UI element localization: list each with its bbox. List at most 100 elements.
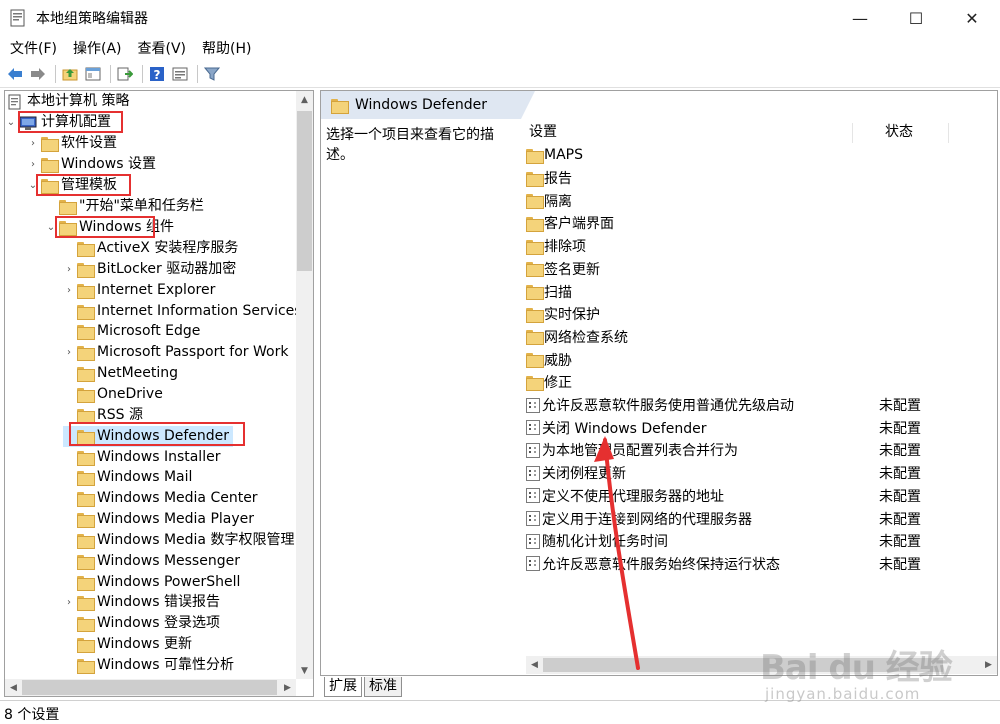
tree-item-label: Internet Explorer — [97, 281, 216, 298]
details-horizontal-scrollbar[interactable]: ◀ ▶ — [526, 656, 997, 674]
export-icon — [117, 67, 133, 81]
list-item-folder[interactable]: MAPS — [526, 144, 996, 167]
tree-item-component[interactable]: Windows Media 数字权限管理 — [63, 530, 294, 551]
folder-label: 报告 — [544, 171, 572, 188]
tree-item-component[interactable]: Windows Mail — [63, 467, 192, 488]
tree-item-component[interactable]: Windows 可靠性分析 — [63, 655, 234, 676]
list-item-setting[interactable]: 关闭例程更新 未配置 — [526, 462, 996, 485]
tree-item-component[interactable]: › Internet Explorer — [63, 280, 215, 301]
collapse-icon[interactable]: ⌄ — [5, 112, 17, 133]
properties-button[interactable] — [170, 64, 190, 84]
expand-icon[interactable]: › — [27, 133, 39, 154]
tree-item-component[interactable]: › Windows 错误报告 — [63, 592, 220, 613]
close-button[interactable]: ✕ — [944, 0, 1000, 36]
scroll-left-icon[interactable]: ◀ — [5, 679, 22, 696]
menu-help[interactable]: 帮助(H) — [194, 38, 259, 60]
tree-root[interactable]: 本地计算机 策略 — [7, 91, 129, 112]
tree-hscroll-thumb[interactable] — [22, 680, 277, 695]
tree-horizontal-scrollbar[interactable]: ◀ ▶ — [5, 679, 296, 696]
column-header-setting[interactable]: 设置 — [521, 121, 851, 143]
list-item-setting[interactable]: 允许反恶意软件服务使用普通优先级启动 未配置 — [526, 394, 996, 417]
list-item-folder[interactable]: 实时保护 — [526, 303, 996, 326]
folder-icon — [77, 283, 95, 299]
scroll-right-icon[interactable]: ▶ — [980, 656, 997, 673]
list-item-setting[interactable]: 定义用于连接到网络的代理服务器 未配置 — [526, 507, 996, 530]
tree-vertical-scrollbar[interactable]: ▲ ▼ — [296, 91, 313, 679]
list-item-folder[interactable]: 排除项 — [526, 235, 996, 258]
expand-icon[interactable]: › — [63, 342, 75, 363]
column-divider[interactable] — [852, 123, 853, 143]
maximize-button[interactable]: ☐ — [888, 0, 944, 36]
tree-item-component[interactable]: Windows Media Center — [63, 488, 258, 509]
folder-icon — [77, 367, 95, 383]
tree-item-component[interactable]: › BitLocker 驱动器加密 — [63, 259, 236, 280]
tree-scroll-thumb[interactable] — [297, 111, 312, 271]
list-item-folder[interactable]: 报告 — [526, 167, 996, 190]
tree-item-component[interactable]: NetMeeting — [63, 363, 178, 384]
folder-icon — [526, 330, 544, 346]
tree-pane[interactable]: 本地计算机 策略 ⌄ 计算机配置 › 软件设置 › Windows 设置 ⌄ 管… — [4, 90, 314, 697]
tree-item-component[interactable]: OneDrive — [63, 384, 163, 405]
folder-icon — [77, 554, 95, 570]
tree-item-component[interactable]: Internet Information Services — [63, 301, 302, 322]
highlight-windows-components — [55, 216, 155, 238]
tree-item-software-settings[interactable]: › 软件设置 — [27, 133, 117, 154]
tab-standard[interactable]: 标准 — [364, 677, 402, 697]
up-button[interactable] — [60, 64, 80, 84]
menu-file[interactable]: 文件(F) — [0, 38, 65, 60]
scroll-up-icon[interactable]: ▲ — [296, 91, 313, 108]
menu-view[interactable]: 查看(V) — [130, 38, 195, 60]
title-bar: 本地组策略编辑器 — ☐ ✕ — [0, 0, 1000, 36]
folder-icon — [526, 171, 544, 187]
show-tree-button[interactable] — [83, 64, 103, 84]
list-item-folder[interactable]: 修正 — [526, 371, 996, 394]
tab-extended[interactable]: 扩展 — [324, 677, 362, 697]
tree-item-component[interactable]: Windows Installer — [63, 447, 220, 468]
list-item-folder[interactable]: 威胁 — [526, 348, 996, 371]
tree-item-component[interactable]: Windows 登录选项 — [63, 613, 220, 634]
list-item-setting[interactable]: 随机化计划任务时间 未配置 — [526, 530, 996, 553]
back-icon — [8, 68, 22, 80]
forward-button[interactable] — [28, 64, 48, 84]
menu-action[interactable]: 操作(A) — [65, 38, 130, 60]
list-item-folder[interactable]: 网络检查系统 — [526, 326, 996, 349]
list-item-setting[interactable]: 定义不使用代理服务器的地址 未配置 — [526, 485, 996, 508]
expand-icon[interactable]: › — [63, 259, 75, 280]
list-item-folder[interactable]: 客户端界面 — [526, 212, 996, 235]
scroll-right-icon[interactable]: ▶ — [279, 679, 296, 696]
tree-item-component[interactable]: Microsoft Edge — [63, 321, 200, 342]
list-item-setting[interactable]: 关闭 Windows Defender 未配置 — [526, 416, 996, 439]
expand-icon[interactable]: › — [63, 592, 75, 613]
policy-document-icon — [8, 94, 21, 109]
list-item-setting[interactable]: 允许反恶意软件服务始终保持运行状态 未配置 — [526, 553, 996, 576]
scroll-down-icon[interactable]: ▼ — [296, 662, 313, 679]
scroll-left-icon[interactable]: ◀ — [526, 656, 543, 673]
tree-item-component[interactable]: › Microsoft Passport for Work — [63, 342, 288, 363]
tree-item-component[interactable]: Windows 更新 — [63, 634, 192, 655]
tree-item-label: Windows PowerShell — [97, 573, 241, 590]
export-button[interactable] — [115, 64, 135, 84]
list-item-folder[interactable]: 签名更新 — [526, 258, 996, 281]
expand-icon[interactable]: › — [63, 280, 75, 301]
policy-setting-icon — [526, 511, 540, 527]
setting-name: 关闭 Windows Defender — [542, 420, 707, 437]
tree-item-start-menu[interactable]: "开始"菜单和任务栏 — [45, 196, 204, 217]
minimize-button[interactable]: — — [832, 0, 888, 36]
filter-button[interactable] — [202, 64, 222, 84]
expand-icon[interactable]: › — [27, 154, 39, 175]
help-button[interactable]: ? — [147, 64, 167, 84]
tree-item-component[interactable]: Windows Media Player — [63, 509, 254, 530]
tree-item-component[interactable]: ActiveX 安装程序服务 — [63, 238, 238, 259]
tree-item-windows-settings[interactable]: › Windows 设置 — [27, 154, 156, 175]
column-divider[interactable] — [948, 123, 949, 143]
details-hscroll-thumb[interactable] — [543, 658, 943, 672]
folder-icon — [77, 450, 95, 466]
tree-item-component[interactable]: Windows PowerShell — [63, 572, 240, 593]
folder-icon — [526, 239, 544, 255]
list-item-folder[interactable]: 隔离 — [526, 189, 996, 212]
tree-item-component[interactable]: Windows Messenger — [63, 551, 240, 572]
list-item-folder[interactable]: 扫描 — [526, 280, 996, 303]
back-button[interactable] — [5, 64, 25, 84]
list-item-setting[interactable]: 为本地管理员配置列表合并行为 未配置 — [526, 439, 996, 462]
column-header-state[interactable]: 状态 — [851, 121, 941, 143]
